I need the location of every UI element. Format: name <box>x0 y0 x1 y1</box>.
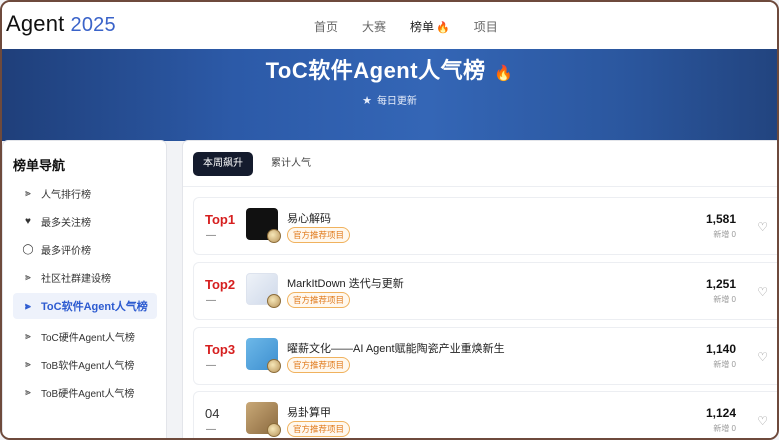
ranking-row[interactable]: Top3 — 曜薪文化——AI Agent赋能陶瓷产业重焕新生 官方推荐项目 1… <box>193 327 777 385</box>
ranking-sidebar: 榜单导航 ⫸ 人气排行榜 ♥ 最多关注榜 ◯ 最多评价榜 ⫸ 社区社群建设榜 ⫸ ToC软… <box>2 140 167 438</box>
rank-label: Top1 <box>205 212 236 227</box>
banner-subtitle-text: 每日更新 <box>376 96 417 107</box>
tab-cumulative[interactable]: 累计人气 <box>261 152 321 176</box>
medal-icon <box>267 423 281 437</box>
ranking-row[interactable]: Top2 — MarkItDown 迭代与更新 官方推荐项目 1,251 新增 … <box>193 262 777 320</box>
nav-contest[interactable]: 大赛 <box>362 18 386 35</box>
ranking-panel: 本周飙升 累计人气 Top1 — 易心解码 官方推荐项目 1,581 新增 0 … <box>182 140 777 438</box>
medal-icon <box>267 359 281 373</box>
sidebar-item-label: ToB硬件Agent人气榜 <box>41 388 135 400</box>
rank-label: 04 <box>205 406 220 421</box>
popularity-score: 1,124 <box>705 406 736 420</box>
recommended-badge: 官方推荐项目 <box>287 227 351 243</box>
project-name[interactable]: 易卦算甲 <box>287 404 331 420</box>
logo-year: 2025 <box>70 14 116 36</box>
sidebar-item-popularity[interactable]: ⫸ 人气排行榜 <box>13 180 157 206</box>
flame-icon: 🔥 <box>494 65 514 82</box>
project-name[interactable]: 曜薪文化——AI Agent赋能陶瓷产业重焕新生 <box>287 340 505 356</box>
sidebar-item-toc-software[interactable]: ⫸ ToC软件Agent人气榜 <box>13 293 157 319</box>
sidebar-item-tob-hardware[interactable]: ⫸ ToB硬件Agent人气榜 <box>13 379 157 405</box>
increment-text: 新增 0 <box>713 230 736 239</box>
nav-home[interactable]: 首页 <box>314 18 338 35</box>
nav-rankings[interactable]: 榜单 🔥 <box>410 18 450 35</box>
trend-indicator: — <box>206 424 216 435</box>
sidebar-item-label: 最多关注榜 <box>41 217 91 229</box>
recommended-badge: 官方推荐项目 <box>287 292 351 308</box>
main-nav: 首页 大赛 榜单 🔥 项目 <box>314 18 498 35</box>
trend-indicator: — <box>206 230 216 241</box>
bar-chart-icon: ⫸ <box>25 386 31 398</box>
banner-subtitle: ★ 每日更新 <box>2 92 777 107</box>
sidebar-item-tob-software[interactable]: ⫸ ToB软件Agent人气榜 <box>13 351 157 377</box>
top-nav-bar: Agent 2025 首页 大赛 榜单 🔥 项目 <box>2 2 777 49</box>
ranking-row[interactable]: 04 — 易卦算甲 官方推荐项目 1,124 新增 0 ♡ <box>193 391 777 438</box>
ranking-row[interactable]: Top1 — 易心解码 官方推荐项目 1,581 新增 0 ♡ <box>193 197 777 255</box>
rank-label: Top2 <box>205 277 236 292</box>
sidebar-item-label: ToC硬件Agent人气榜 <box>41 332 135 344</box>
comment-icon[interactable]: ♡ <box>757 285 768 299</box>
trend-indicator: — <box>206 360 216 371</box>
popularity-score: 1,581 <box>705 212 736 226</box>
heart-icon: ♥ <box>25 215 31 227</box>
sidebar-item-label: ToB软件Agent人气榜 <box>41 360 135 372</box>
site-logo[interactable]: Agent 2025 <box>6 11 116 37</box>
sidebar-item-most-followed[interactable]: ♥ 最多关注榜 <box>13 208 157 234</box>
project-name[interactable]: MarkItDown 迭代与更新 <box>287 275 404 291</box>
popularity-score: 1,140 <box>705 342 736 356</box>
nav-rankings-label: 榜单 <box>410 20 435 34</box>
recommended-badge: 官方推荐项目 <box>287 421 351 437</box>
sidebar-title: 榜单导航 <box>13 158 66 173</box>
sidebar-item-label: 最多评价榜 <box>41 245 91 257</box>
bar-chart-icon: ⫸ <box>25 271 31 283</box>
increment-text: 新增 0 <box>713 424 736 433</box>
increment-text: 新增 0 <box>713 295 736 304</box>
tab-weekly-rising[interactable]: 本周飙升 <box>193 152 253 176</box>
comment-icon[interactable]: ♡ <box>757 220 768 234</box>
sidebar-item-label: ToC软件Agent人气榜 <box>41 301 148 313</box>
divider <box>183 186 777 187</box>
sidebar-item-label: 社区社群建设榜 <box>41 273 111 285</box>
flame-icon: 🔥 <box>436 22 450 34</box>
sidebar-item-toc-hardware[interactable]: ⫸ ToC硬件Agent人气榜 <box>13 323 157 349</box>
comment-icon[interactable]: ♡ <box>757 350 768 364</box>
comment-icon[interactable]: ♡ <box>757 414 768 428</box>
popularity-score: 1,251 <box>705 277 736 291</box>
rank-label: Top3 <box>205 342 236 357</box>
ranking-tabs: 本周飙升 累计人气 <box>193 152 321 176</box>
page-title-text: ToC软件Agent人气榜 <box>265 58 486 83</box>
bar-chart-icon: ⫸ <box>25 358 31 370</box>
app-window: Agent 2025 首页 大赛 榜单 🔥 项目 ToC软件Agent人气榜 🔥 ★… <box>0 0 779 440</box>
comment-icon: ◯ <box>22 243 34 255</box>
bar-chart-icon: ⫸ <box>25 187 31 199</box>
page-title: ToC软件Agent人气榜 🔥 <box>2 53 777 85</box>
banner: ToC软件Agent人气榜 🔥 ★ 每日更新 <box>2 49 777 141</box>
project-name[interactable]: 易心解码 <box>287 210 331 226</box>
medal-icon <box>267 229 281 243</box>
increment-text: 新增 0 <box>713 360 736 369</box>
sidebar-item-community[interactable]: ⫸ 社区社群建设榜 <box>13 264 157 290</box>
bar-chart-icon: ⫸ <box>25 330 31 342</box>
sidebar-item-label: 人气排行榜 <box>41 189 91 201</box>
recommended-badge: 官方推荐项目 <box>287 357 351 373</box>
medal-icon <box>267 294 281 308</box>
sidebar-item-most-reviewed[interactable]: ◯ 最多评价榜 <box>13 236 157 262</box>
bar-chart-icon: ⫸ <box>25 300 31 312</box>
star-icon: ★ <box>362 95 372 107</box>
trend-indicator: — <box>206 295 216 306</box>
nav-projects[interactable]: 项目 <box>474 18 498 35</box>
logo-text: Agent <box>6 11 65 36</box>
